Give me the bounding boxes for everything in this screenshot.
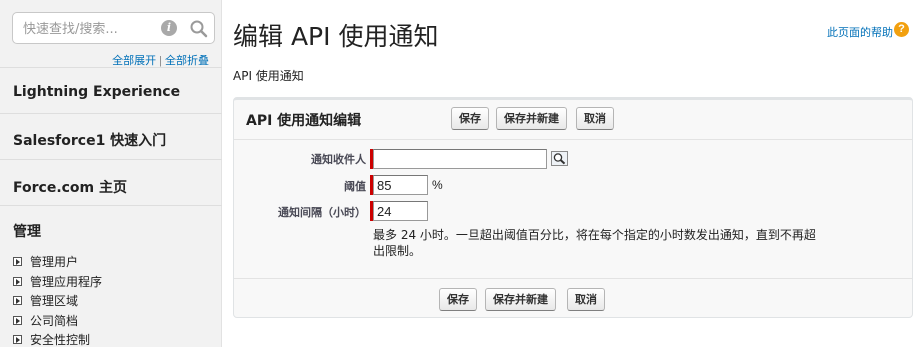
save-button-bottom[interactable]: 保存 xyxy=(439,288,477,311)
expand-arrow-icon[interactable] xyxy=(13,276,22,286)
interval-help-text: 最多 24 小时。一旦超出阈值百分比，将在每个指定的小时数发出通知，直到不再超出… xyxy=(373,228,816,258)
sidebar-section-salesforce1[interactable]: Salesforce1 快速入门 xyxy=(0,113,222,159)
collapse-all-link[interactable]: 全部折叠 xyxy=(165,54,209,67)
sidebar-item-manage-apps[interactable]: 管理应用程序 xyxy=(13,272,102,292)
sidebar-section-title: 管理 xyxy=(13,224,41,240)
info-icon[interactable]: i xyxy=(161,20,177,36)
sidebar-item-manage-users[interactable]: 管理用户 xyxy=(13,252,102,272)
expand-arrow-icon[interactable] xyxy=(13,335,22,345)
sidebar-item-label[interactable]: 管理区域 xyxy=(30,292,78,309)
interval-label: 通知间隔（小时） xyxy=(278,206,366,219)
breadcrumb: API 使用通知 xyxy=(233,69,304,83)
sidebar-section-admin: 管理 管理用户 管理应用程序 管理区域 公司简档 安全性控制 xyxy=(0,205,222,347)
expand-arrow-icon[interactable] xyxy=(13,315,22,325)
expand-all-link[interactable]: 全部展开 xyxy=(112,54,156,67)
page-title: 编辑 API 使用通知 xyxy=(233,22,439,51)
sidebar-item-manage-territories[interactable]: 管理区域 xyxy=(13,291,102,311)
percent-unit: % xyxy=(432,178,443,192)
save-button[interactable]: 保存 xyxy=(451,107,489,130)
cancel-button-bottom[interactable]: 取消 xyxy=(567,288,605,311)
help-icon[interactable]: ? xyxy=(894,22,909,37)
sidebar-item-security-controls[interactable]: 安全性控制 xyxy=(13,330,102,347)
save-and-new-button-bottom[interactable]: 保存并新建 xyxy=(485,288,556,311)
recipient-label: 通知收件人 xyxy=(311,153,366,166)
lookup-icon[interactable] xyxy=(551,151,568,166)
sidebar-section-lightning[interactable]: Lightning Experience xyxy=(0,67,222,113)
sidebar-item-label[interactable]: 公司简档 xyxy=(30,312,78,329)
expand-arrow-icon[interactable] xyxy=(13,296,22,306)
quick-find-input[interactable] xyxy=(23,20,153,38)
panel-title: API 使用通知编辑 xyxy=(246,113,362,129)
sidebar-item-company-profile[interactable]: 公司简档 xyxy=(13,311,102,331)
edit-panel: API 使用通知编辑 保存 保存并新建 取消 通知收件人 阈值 % 通知间隔（小… xyxy=(233,97,913,318)
admin-list: 管理用户 管理应用程序 管理区域 公司简档 安全性控制 xyxy=(13,252,102,347)
interval-input[interactable] xyxy=(373,201,428,221)
sidebar-item-label[interactable]: 管理应用程序 xyxy=(30,273,102,290)
link-separator: | xyxy=(159,55,162,67)
save-and-new-button[interactable]: 保存并新建 xyxy=(496,107,567,130)
page-help-link[interactable]: 此页面的帮助 xyxy=(827,24,893,40)
expand-collapse-links: 全部展开 | 全部折叠 xyxy=(112,52,209,68)
sidebar-section-title[interactable]: Lightning Experience xyxy=(13,84,180,100)
cancel-button[interactable]: 取消 xyxy=(576,107,614,130)
sidebar-section-forcecom[interactable]: Force.com 主页 xyxy=(0,159,222,205)
search-icon[interactable] xyxy=(189,19,209,39)
sidebar-section-title[interactable]: Force.com 主页 xyxy=(13,177,127,197)
threshold-label: 阈值 xyxy=(344,180,366,193)
divider xyxy=(234,278,912,279)
expand-arrow-icon[interactable] xyxy=(13,257,22,267)
sidebar: i 全部展开|全部折叠 Lightning Experience Salesfo… xyxy=(0,0,222,347)
threshold-input[interactable] xyxy=(373,175,428,195)
search-box: i xyxy=(12,12,215,44)
sidebar-section-title[interactable]: Salesforce1 快速入门 xyxy=(13,130,166,150)
sidebar-item-label[interactable]: 管理用户 xyxy=(30,253,78,270)
divider xyxy=(234,139,912,140)
recipient-input[interactable] xyxy=(373,149,547,169)
sidebar-item-label[interactable]: 安全性控制 xyxy=(30,331,90,347)
